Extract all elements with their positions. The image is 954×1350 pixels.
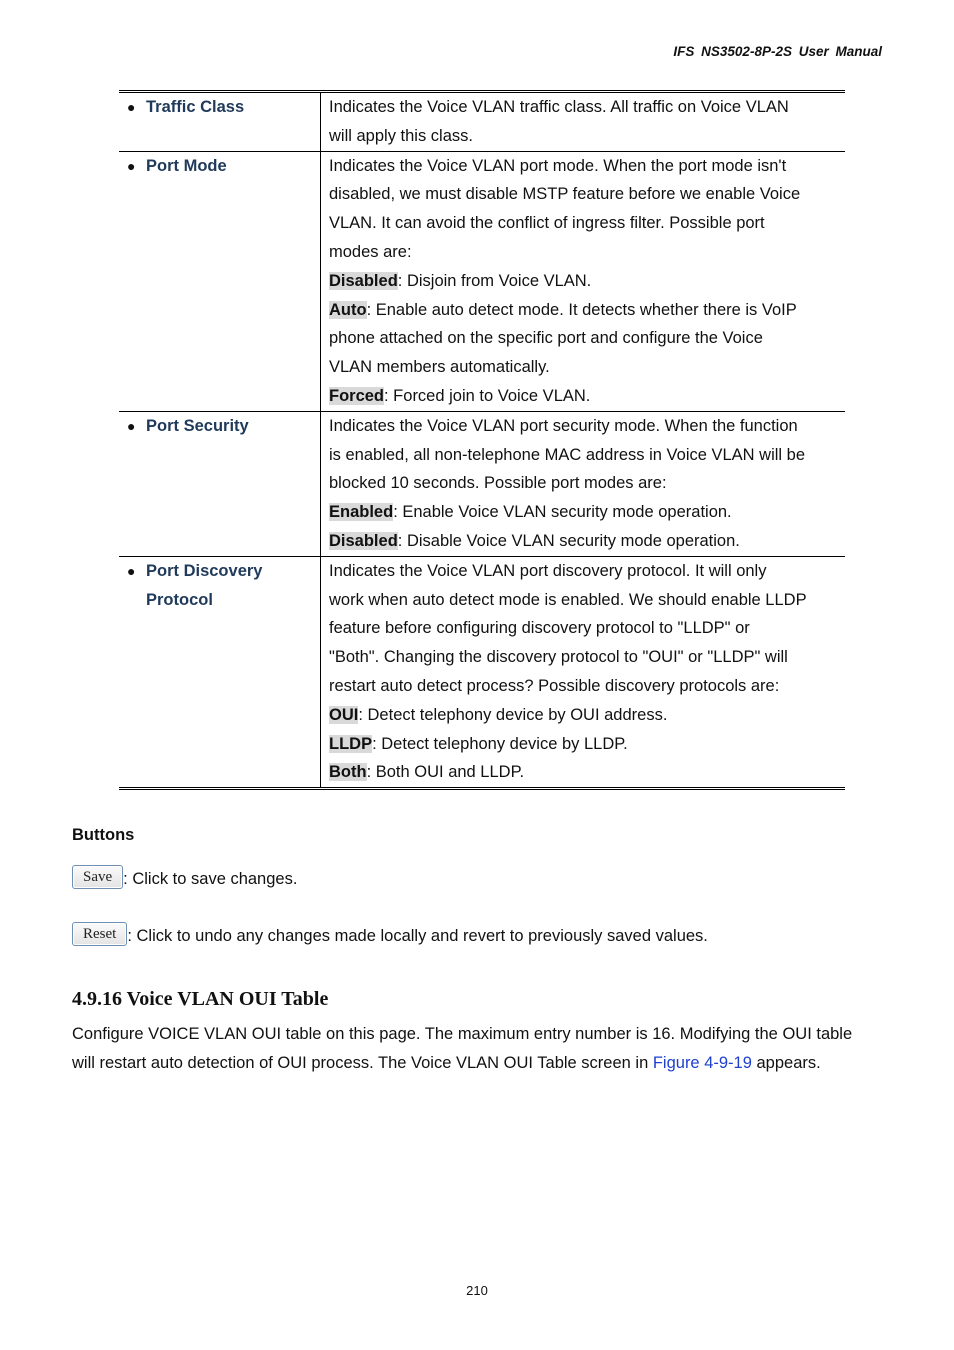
description-line: disabled, we must disable MSTP feature b…: [329, 185, 801, 204]
parameter-description-cell: Indicates the Voice VLAN port discovery …: [320, 555, 845, 789]
option-text: phone attached on the specific port and …: [329, 329, 763, 348]
parameter-name-text: Port Mode: [146, 156, 227, 175]
parameter-row: ● Port Discovery Protocol Indicates the Voi…: [119, 555, 845, 789]
parameter-name-line: Port Discovery: [146, 561, 263, 580]
parameter-name-line: Protocol: [146, 590, 213, 609]
parameter-row: ● Port Security Indicates the Voice VLAN p…: [119, 410, 845, 557]
parameter-description-cell: Indicates the Voice VLAN port security m…: [320, 410, 845, 557]
description-line: is enabled, all non-telephone MAC addres…: [329, 445, 806, 464]
section-title: 4.9.16 Voice VLAN OUI Table: [72, 988, 329, 1010]
description-line: feature before configuring discovery pro…: [329, 619, 750, 638]
save-button[interactable]: Save: [72, 865, 124, 889]
option-text: : Disjoin from Voice VLAN.: [397, 271, 592, 290]
figure-link[interactable]: Figure 4-9-19: [653, 1054, 752, 1072]
option-label: OUI: [329, 705, 359, 724]
parameter-name-text: Port Security: [146, 416, 249, 435]
option-text: VLAN members automatically.: [329, 358, 550, 377]
option-line: phone attached on the specific port and …: [329, 324, 839, 353]
bullet-icon: ●: [127, 157, 136, 174]
description-line: Indicates the Voice VLAN port security m…: [329, 416, 798, 435]
option-text: : Forced join to Voice VLAN.: [384, 386, 591, 405]
option-line: Enabled: Enable Voice VLAN security mode…: [329, 498, 839, 527]
option-line: OUI: Detect telephony device by OUI addr…: [329, 701, 839, 730]
description-line: restart auto detect process? Possible di…: [329, 676, 780, 695]
parameter-table: ● Traffic Class Indicates the Voice VLAN t…: [119, 90, 846, 791]
buttons-heading: Buttons: [72, 826, 135, 844]
section-paragraph: Configure VOICE VLAN OUI table on this p…: [72, 1020, 862, 1078]
option-line: VLAN members automatically.: [329, 353, 839, 382]
option-text: : Enable Voice VLAN security mode operat…: [393, 503, 732, 522]
option-line: LLDP: Detect telephony device by LLDP.: [329, 730, 839, 759]
running-header: IFS NS3502-8P-2S User Manual: [673, 44, 882, 59]
reset-button-description: : Click to undo any changes made locally…: [127, 927, 708, 945]
parameter-row: ● Traffic Class Indicates the Voice VLAN t…: [119, 91, 846, 152]
option-label: Auto: [329, 300, 367, 319]
description-line: blocked 10 seconds. Possible port modes …: [329, 474, 667, 493]
option-label: LLDP: [329, 734, 373, 753]
option-line: Both: Both OUI and LLDP.: [329, 758, 839, 787]
description-line: Indicates the Voice VLAN port discovery …: [329, 561, 767, 580]
description-line: Indicates the Voice VLAN port mode. When…: [329, 156, 787, 175]
option-label: Disabled: [329, 531, 398, 550]
option-text: : Detect telephony device by LLDP.: [372, 734, 628, 753]
option-text: : Disable Voice VLAN security mode opera…: [397, 531, 740, 550]
description-line: Indicates the Voice VLAN traffic class. …: [329, 98, 789, 116]
option-label: Enabled: [329, 503, 394, 522]
parameter-row: ● Port Mode Indicates the Voice VLAN port …: [119, 150, 845, 412]
parameter-name: ● Port Discovery Protocol: [127, 557, 320, 615]
option-label: Disabled: [329, 271, 398, 290]
parameter-description-cell: Indicates the Voice VLAN traffic class. …: [321, 92, 846, 152]
reset-button[interactable]: Reset: [72, 922, 128, 946]
option-line: Disabled: Disjoin from Voice VLAN.: [329, 267, 839, 296]
option-text: : Detect telephony device by OUI address…: [358, 705, 668, 724]
option-label: Forced: [329, 386, 385, 405]
parameter-description-cell: Indicates the Voice VLAN port mode. When…: [320, 150, 845, 412]
parameter-name: ● Traffic Class: [127, 93, 320, 122]
bullet-icon: ●: [127, 417, 136, 434]
description-line: VLAN. It can avoid the conflict of ingre…: [329, 214, 765, 233]
parameter-name-text: Traffic Class: [146, 98, 245, 116]
description-line: "Both". Changing the discovery protocol …: [329, 648, 788, 667]
option-line: Disabled: Disable Voice VLAN security mo…: [329, 527, 839, 556]
option-line: Forced: Forced join to Voice VLAN.: [329, 382, 839, 411]
bullet-icon: ●: [127, 562, 136, 579]
parameter-name-text: Port Discovery Protocol: [146, 557, 262, 615]
description-line: work when auto detect mode is enabled. W…: [329, 590, 807, 609]
parameter-name-cell: ● Port Security: [119, 410, 321, 557]
description-line: will apply this class.: [329, 126, 473, 145]
parameter-name: ● Port Security: [127, 412, 320, 441]
description-line: modes are:: [329, 242, 412, 261]
parameter-name: ● Port Mode: [127, 152, 320, 181]
paragraph-text-end: appears.: [751, 1054, 821, 1072]
option-text: : Both OUI and LLDP.: [366, 763, 525, 782]
option-label: Both: [329, 763, 367, 782]
save-button-row: Save : Click to save changes.: [72, 865, 297, 889]
parameter-name-cell: ● Port Mode: [119, 150, 321, 412]
reset-button-row: Reset : Click to undo any changes made l…: [72, 922, 708, 946]
option-text: : Enable auto detect mode. It detects wh…: [366, 300, 797, 319]
save-button-description: : Click to save changes.: [123, 870, 298, 888]
parameter-name-cell: ● Port Discovery Protocol: [119, 555, 321, 789]
option-line: Auto: Enable auto detect mode. It detect…: [329, 296, 839, 325]
bullet-icon: ●: [127, 99, 136, 115]
parameter-name-cell: ● Traffic Class: [119, 91, 321, 152]
page-number: 210: [466, 1283, 488, 1298]
